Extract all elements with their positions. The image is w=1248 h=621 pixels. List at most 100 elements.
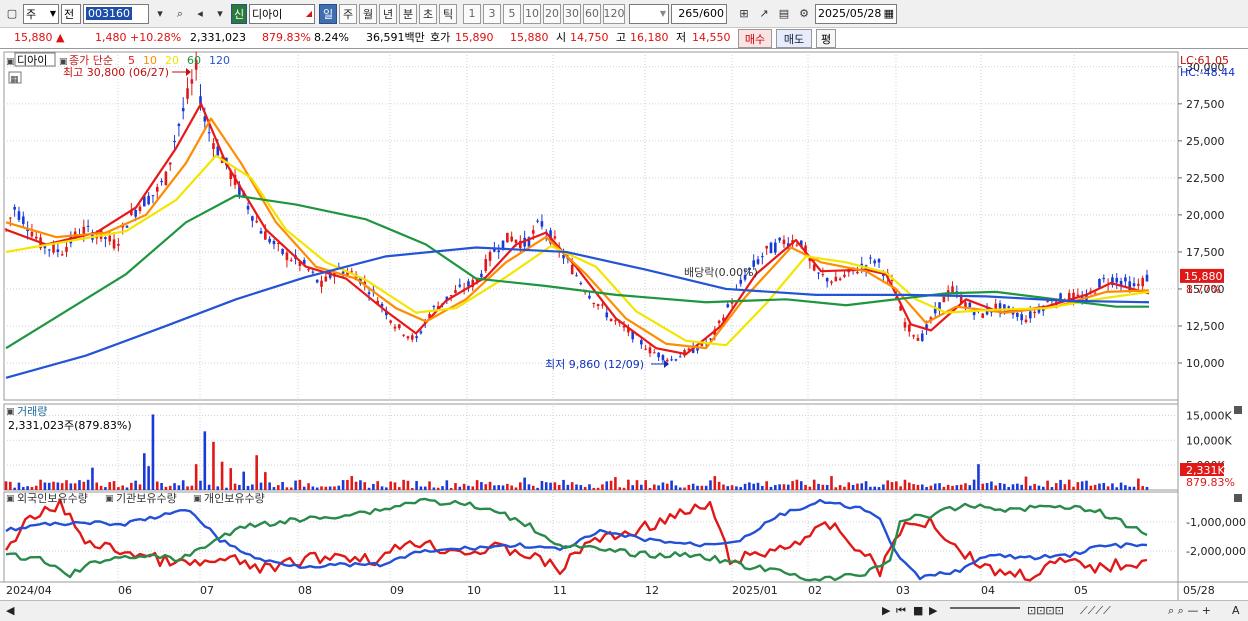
tick-button-120[interactable]: 120 [603, 3, 625, 24]
buy-button[interactable]: 매수 [738, 29, 772, 48]
interval-tab-0[interactable]: 일 [319, 3, 337, 24]
interval-tab-3[interactable]: 년 [379, 3, 397, 24]
gear-icon[interactable]: ⚙ [795, 5, 813, 23]
interval-tab-4[interactable]: 분 [399, 3, 417, 24]
layout-icon[interactable]: ⊡⊡⊡⊡ [1027, 604, 1064, 617]
tick-button-3[interactable]: 3 [483, 3, 501, 24]
scroll-right-arrow[interactable]: ▶ [882, 604, 890, 617]
ma-period-label: 60 [187, 54, 201, 67]
volume-bar [635, 480, 639, 490]
volume-bar [994, 485, 998, 490]
hc-label: HC:-48.44 [1180, 66, 1235, 79]
font-size-icon[interactable]: A [1232, 604, 1240, 617]
date-input[interactable]: 2025/05/28 ▦ [815, 3, 897, 24]
volume-bars [4, 414, 1149, 490]
volume-bar [251, 484, 254, 490]
volume-bar [977, 464, 980, 490]
volume-bar [367, 487, 371, 490]
volume-bar [39, 479, 42, 490]
draw-tools-icon[interactable]: ⟋⟋⟋⟋ [1080, 604, 1111, 618]
type-select[interactable]: 주 ▼ [23, 3, 59, 24]
interval-tab-1[interactable]: 주 [339, 3, 357, 24]
interval-tab-6[interactable]: 틱 [439, 3, 457, 24]
stop-button[interactable]: ■ [913, 604, 923, 617]
speaker-icon[interactable]: ◂ [191, 5, 209, 23]
candle-body [903, 322, 907, 328]
y-tick-label: 27,500 [1186, 98, 1225, 111]
volume-bar [402, 479, 405, 490]
volume-bar [821, 484, 825, 490]
tick-button-10[interactable]: 10 [523, 3, 541, 24]
volume-bar [246, 485, 250, 490]
volume-bar [799, 481, 803, 490]
zoom-slider[interactable] [950, 607, 1020, 609]
candle-body [393, 326, 397, 329]
volume-bar [774, 485, 777, 490]
count-input[interactable]: 265/600 [671, 3, 727, 24]
volume-bar [307, 483, 310, 490]
volume-bar [1037, 485, 1041, 490]
stock-name-field[interactable]: 디아이 ◢ [249, 3, 315, 24]
y-tick-label: 25,000 [1186, 135, 1225, 148]
candle-body [994, 303, 998, 310]
chart-scrollbar[interactable]: ◀ ▶ ⏮ ■ ▶ ⊡⊡⊡⊡ ⟋⟋⟋⟋ ⌕ ⌕ — + A [0, 600, 1248, 621]
volume-tick-label: 10,000K [1186, 434, 1232, 447]
volume-bar [341, 480, 345, 490]
candle-body [553, 236, 557, 239]
stock-code-input[interactable]: 003160 [83, 3, 149, 24]
dropdown-field[interactable]: ▼ [629, 3, 669, 24]
candle-body [596, 304, 600, 307]
window-icon[interactable]: ▢ [3, 5, 21, 23]
candle-body [536, 220, 539, 222]
play-button[interactable]: ▶ [929, 604, 937, 617]
volume-bar [428, 481, 431, 490]
volume-bar [238, 484, 241, 490]
candle-body [389, 320, 392, 323]
save-icon[interactable]: ▤ [775, 5, 793, 23]
volume-bar [1020, 484, 1023, 490]
volume-bar [691, 483, 695, 490]
volume-bar [285, 487, 289, 490]
volume-bar [1072, 486, 1075, 490]
eval-button[interactable]: 평 [816, 29, 836, 48]
interval-tab-5[interactable]: 초 [419, 3, 437, 24]
tick-button-5[interactable]: 5 [503, 3, 521, 24]
tick-button-1[interactable]: 1 [463, 3, 481, 24]
candle-body [112, 239, 116, 249]
candle-body [665, 359, 669, 362]
volume-bar [194, 464, 198, 490]
grid-tool-icon[interactable]: ⊞ [735, 5, 753, 23]
tick-button-30[interactable]: 30 [563, 3, 581, 24]
scroll-left-arrow[interactable]: ◀ [6, 604, 14, 617]
volume-bar [730, 485, 734, 490]
volume-bar [553, 482, 557, 490]
tick-button-60[interactable]: 60 [583, 3, 601, 24]
y-tick-label: 17,500 [1186, 246, 1225, 259]
candle-body [406, 336, 410, 339]
volume-bar [497, 485, 501, 490]
volume-bar [769, 486, 773, 490]
volume-bar [657, 485, 660, 490]
candle-body [251, 216, 254, 221]
trade-amount: 36,591백만 [366, 31, 425, 44]
volume-bar [1007, 487, 1010, 490]
search-icon[interactable]: ⌕ [171, 5, 189, 23]
panel-icon: ▣ [6, 57, 15, 67]
interval-tab-2[interactable]: 월 [359, 3, 377, 24]
scroll-start-button[interactable]: ⏮ [896, 604, 906, 618]
chart-tool-icon[interactable]: ↗ [755, 5, 773, 23]
volume-bar [78, 480, 81, 490]
period-select[interactable]: 전 [61, 3, 81, 24]
volume-bar [860, 483, 864, 490]
volume-bar [864, 481, 868, 490]
chevron-down-icon[interactable]: ▾ [151, 5, 169, 23]
x-tick-label: 02 [808, 584, 822, 597]
stock-chart[interactable]: 30,00027,50025,00022,50020,00017,50015,0… [0, 49, 1248, 600]
sell-button[interactable]: 매도 [776, 29, 812, 48]
volume-bar [570, 482, 574, 490]
tick-button-20[interactable]: 20 [543, 3, 561, 24]
candle-body [506, 232, 509, 243]
chevron-down-icon[interactable]: ▾ [211, 5, 229, 23]
candle-body [419, 331, 423, 334]
zoom-icon[interactable]: ⌕ ⌕ — + [1168, 604, 1211, 618]
